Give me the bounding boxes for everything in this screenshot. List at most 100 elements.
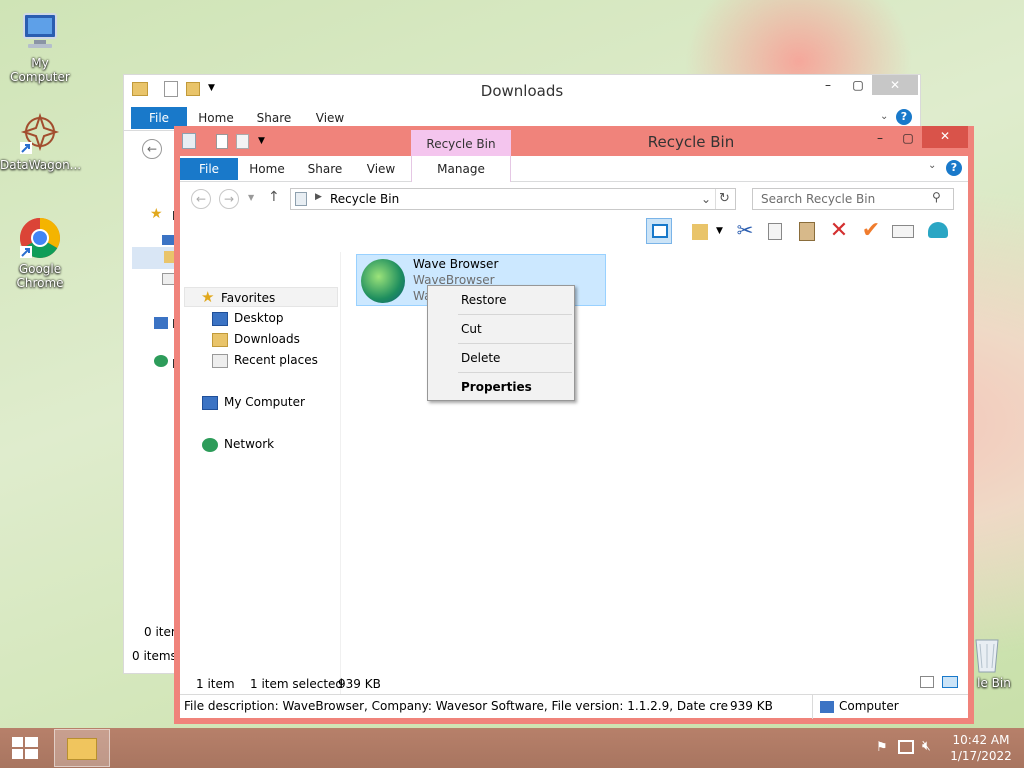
details-bar: File description: WaveBrowser, Company: … <box>180 694 968 719</box>
cut-icon[interactable]: ✂ <box>732 218 758 244</box>
chevron-down-icon[interactable]: ⌄ <box>928 160 936 171</box>
folder-check-icon[interactable] <box>688 218 714 244</box>
help-icon[interactable]: ? <box>946 160 962 176</box>
status-size: 939 KB <box>338 677 381 691</box>
status-item-count: 1 item <box>196 677 235 691</box>
nav-desktop[interactable]: Desktop <box>212 308 284 328</box>
details-description: File description: WaveBrowser, Company: … <box>184 699 728 713</box>
new-folder-icon <box>236 134 249 149</box>
maximize-button[interactable]: ▢ <box>844 75 872 95</box>
tab-manage[interactable]: Manage <box>421 158 501 180</box>
status-items: 0 items <box>132 649 177 663</box>
maximize-button[interactable]: ▢ <box>894 128 922 148</box>
nav-network[interactable]: Network <box>202 434 274 454</box>
network-tray-icon[interactable] <box>898 740 914 754</box>
menu-item-restore[interactable]: Restore <box>428 286 574 314</box>
details-view-icon[interactable] <box>920 676 934 688</box>
properties-card-icon[interactable] <box>890 218 916 244</box>
help-icon[interactable]: ? <box>896 109 912 125</box>
shell-icon[interactable] <box>924 218 950 244</box>
datawagon-icon <box>18 112 62 156</box>
desktop-icon-my-computer[interactable]: My Computer <box>0 10 80 84</box>
tab-view[interactable]: View <box>358 158 404 180</box>
menu-item-delete[interactable]: Delete <box>428 344 574 372</box>
clock[interactable]: 10:42 AM 1/17/2022 <box>944 732 1018 764</box>
address-bar-row: ← → ▼ ↑ ▶ Recycle Bin ⌄ ↻ Search Recycle… <box>180 183 968 217</box>
recycle-bin-small-icon <box>295 192 307 206</box>
computer-icon <box>154 317 168 329</box>
volume-muted-icon[interactable]: 🔇︎ <box>922 738 931 754</box>
copy-icon[interactable] <box>762 218 788 244</box>
nav-downloads[interactable]: Downloads <box>212 329 300 349</box>
desktop-icon-datawagon[interactable]: DataWagon... <box>0 112 81 172</box>
up-button[interactable]: ↑ <box>268 189 280 205</box>
toolbar: ▼ ✂ ✕ ✔ <box>644 218 968 246</box>
tab-file[interactable]: File <box>180 158 238 180</box>
computer-icon <box>18 10 62 54</box>
computer-icon <box>202 395 218 410</box>
recycle-titlebar[interactable]: ▼ Recycle Bin Tools Recycle Bin – ▢ ✕ <box>174 126 974 179</box>
address-dropdown-icon[interactable]: ⌄ <box>701 192 711 206</box>
nav-my-computer[interactable]: My Computer <box>202 392 305 412</box>
details-divider <box>812 695 813 719</box>
paste-icon[interactable] <box>794 218 820 244</box>
recycle-bin-small-icon <box>182 133 196 149</box>
chrome-icon <box>18 216 62 260</box>
status-selected: 1 item selected <box>250 677 344 691</box>
recycle-bin-icon <box>972 632 1002 674</box>
refresh-icon[interactable]: ↻ <box>719 191 730 206</box>
close-button[interactable]: ✕ <box>872 75 918 95</box>
back-button[interactable]: ← <box>191 189 211 209</box>
menu-item-cut[interactable]: Cut <box>428 315 574 343</box>
checkmark-icon[interactable]: ✔ <box>858 218 884 244</box>
properties-icon <box>216 134 228 149</box>
recycle-bin-window[interactable]: ▼ Recycle Bin Tools Recycle Bin – ▢ ✕ Fi… <box>174 126 974 724</box>
downloads-folder-icon <box>212 332 228 347</box>
minimize-button[interactable]: – <box>866 128 894 148</box>
recycle-client: File Home Share View Manage ⌄ ? ← → ▼ ↑ … <box>180 156 968 719</box>
network-icon <box>202 437 218 452</box>
breadcrumb-separator-icon: ▶ <box>315 192 322 202</box>
nav-pane-divider <box>340 252 341 696</box>
delete-icon[interactable]: ✕ <box>826 218 852 244</box>
taskbar-file-explorer-button[interactable] <box>54 729 110 767</box>
contextual-tab-group: Recycle Bin Tools <box>411 130 511 179</box>
address-bar[interactable]: ▶ Recycle Bin ⌄ ↻ <box>290 188 736 210</box>
large-icons-view-icon[interactable] <box>942 676 958 688</box>
address-divider <box>715 189 716 209</box>
chevron-down-icon[interactable]: ⌄ <box>880 111 888 122</box>
menu-item-properties[interactable]: Properties <box>428 373 574 401</box>
favorites-star-icon: ★ <box>201 288 215 306</box>
quick-access-dropdown-icon[interactable]: ▼ <box>258 136 265 146</box>
windows-logo-icon <box>12 737 38 759</box>
forward-button[interactable]: → <box>219 189 239 209</box>
navigation-pane: ★ Favorites Desktop Downloads Recent pla… <box>180 252 340 672</box>
nav-favorites[interactable]: ★ Favorites <box>184 287 338 307</box>
desktop-icon-label: Google Chrome <box>16 262 64 290</box>
desktop-icon <box>212 311 228 326</box>
dropdown-arrow-icon[interactable]: ▼ <box>716 226 723 236</box>
favorites-star-icon: ★ <box>150 206 163 222</box>
tab-share[interactable]: Share <box>302 158 348 180</box>
search-input[interactable]: Search Recycle Bin <box>752 188 954 210</box>
close-button[interactable]: ✕ <box>922 126 968 148</box>
minimize-button[interactable]: – <box>814 75 842 95</box>
search-icon[interactable]: ⚲ <box>932 190 941 204</box>
start-button[interactable] <box>0 728 50 768</box>
clock-date: 1/17/2022 <box>950 749 1012 763</box>
nav-recent-places[interactable]: Recent places <box>212 350 318 370</box>
back-button[interactable]: ← <box>142 139 162 159</box>
recent-locations-dropdown-icon[interactable]: ▼ <box>248 193 254 202</box>
flag-icon[interactable]: ⚑ <box>876 740 890 755</box>
desktop-icon-google-chrome[interactable]: Google Chrome <box>0 216 80 290</box>
downloads-titlebar[interactable]: ▼ Downloads – ▢ ✕ <box>124 75 920 105</box>
context-menu: Restore Cut Delete Properties <box>427 285 575 401</box>
nav-label: My Computer <box>224 395 305 409</box>
computer-small-icon <box>820 701 834 713</box>
preview-pane-icon[interactable] <box>646 218 672 244</box>
wave-browser-icon <box>361 259 405 303</box>
tab-home[interactable]: Home <box>244 158 290 180</box>
nav-label: Desktop <box>234 311 284 325</box>
file-name: Wave Browser <box>413 257 499 271</box>
recycle-ribbon-tabs: File Home Share View Manage ⌄ ? <box>180 156 968 182</box>
